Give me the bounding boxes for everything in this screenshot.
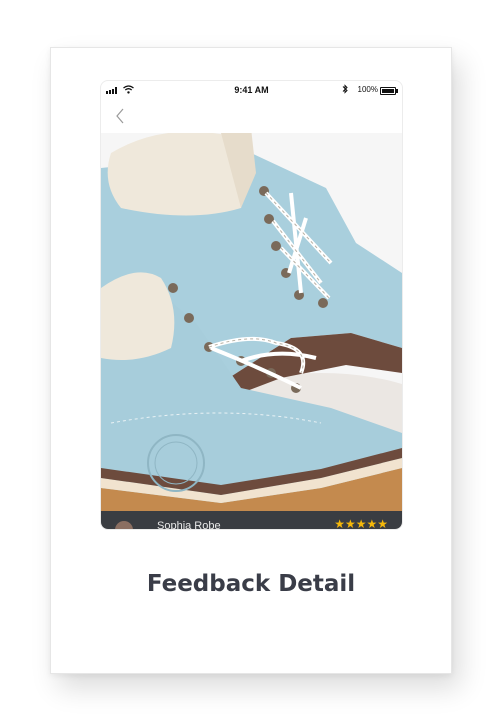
boot-illustration — [101, 133, 402, 511]
phone-screen: 9:41 AM 100% Sophia Robe ★★★★★ — [100, 80, 403, 530]
status-bar: 9:41 AM 100% — [101, 81, 402, 99]
review-summary-bar[interactable]: Sophia Robe ★★★★★ — [101, 511, 402, 529]
rating-stars: ★★★★★ — [334, 517, 388, 530]
battery-icon — [380, 87, 398, 95]
avatar — [115, 521, 133, 529]
preview-card: 9:41 AM 100% Sophia Robe ★★★★★ Feedback … — [50, 47, 452, 674]
bluetooth-icon — [342, 84, 348, 94]
product-photo — [101, 133, 402, 511]
reviewer-name: Sophia Robe — [157, 520, 221, 530]
page-title: Feedback Detail — [146, 571, 356, 597]
nav-bar — [101, 99, 402, 134]
chevron-left-icon[interactable] — [115, 108, 125, 124]
battery-percent: 100% — [357, 85, 378, 94]
